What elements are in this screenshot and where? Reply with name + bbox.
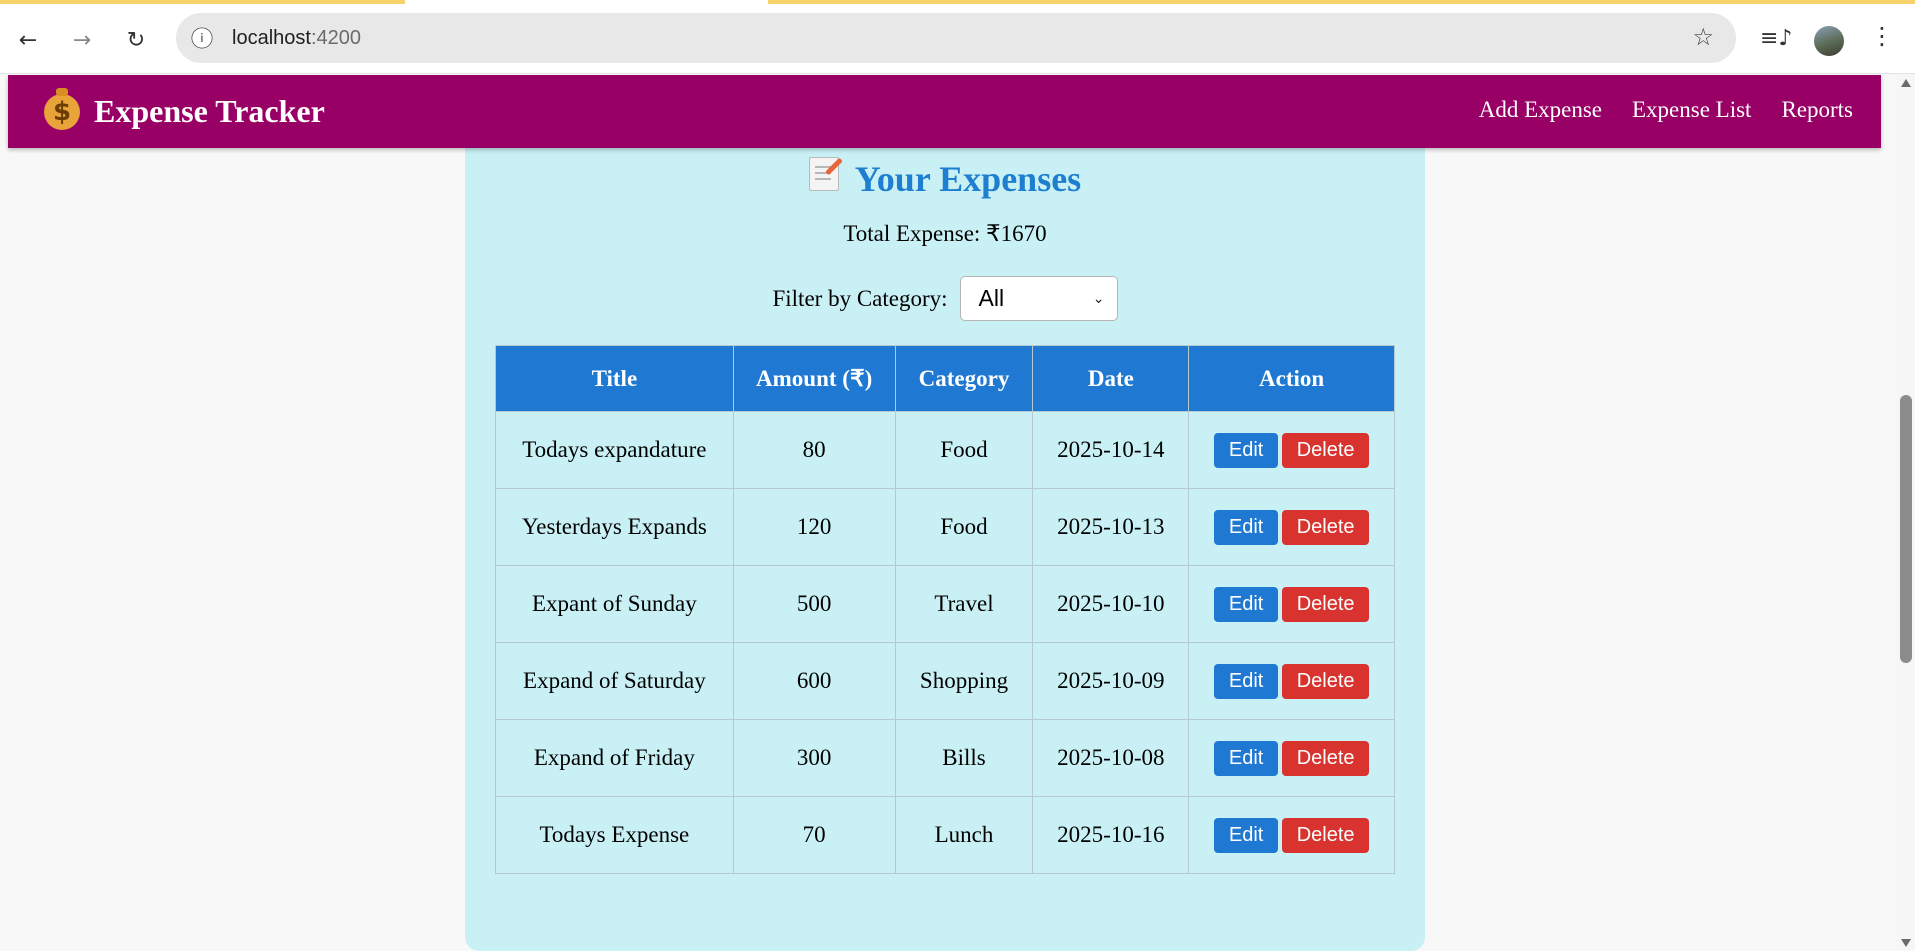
chevron-down-icon: ⌄: [1092, 290, 1105, 307]
delete-button[interactable]: Delete: [1282, 663, 1370, 699]
delete-button[interactable]: Delete: [1282, 817, 1370, 853]
cell-actions: Edit Delete: [1188, 565, 1395, 643]
page-title: Your Expenses: [465, 157, 1425, 200]
cell-title: Todays Expense: [495, 796, 734, 874]
cell-date: 2025-10-14: [1032, 411, 1190, 489]
cell-title: Expand of Friday: [495, 719, 734, 797]
scrollbar-thumb[interactable]: [1900, 395, 1912, 663]
cell-category: Lunch: [894, 796, 1034, 874]
table-row: Expand of Friday 300 Bills 2025-10-08 Ed…: [495, 719, 1395, 797]
cell-date: 2025-10-09: [1032, 642, 1190, 720]
filter-label: Filter by Category:: [772, 285, 948, 311]
edit-button[interactable]: Edit: [1214, 663, 1279, 699]
more-vert-icon[interactable]: ⋮: [1870, 22, 1894, 50]
page-viewport: $ Expense Tracker Add Expense Expense Li…: [0, 75, 1897, 951]
brand[interactable]: $ Expense Tracker: [44, 87, 325, 130]
nav-expense-list[interactable]: Expense List: [1632, 97, 1751, 123]
category-filter: Filter by Category: All ⌄: [465, 276, 1425, 321]
browser-toolbar: ← → ↻ i localhost:4200 ☆ ≡♪ ⋮: [0, 4, 1915, 74]
media-controls-icon[interactable]: ≡♪: [1760, 26, 1792, 51]
cell-category: Travel: [894, 565, 1034, 643]
cell-amount: 600: [732, 642, 896, 720]
avatar[interactable]: [1814, 26, 1844, 56]
cell-amount: 80: [732, 411, 896, 489]
cell-actions: Edit Delete: [1188, 719, 1395, 797]
cell-date: 2025-10-10: [1032, 565, 1190, 643]
cell-amount: 70: [732, 796, 896, 874]
url-host: localhost: [232, 27, 311, 49]
cell-title: Yesterdays Expands: [495, 488, 734, 566]
category-select-value: All: [978, 285, 1005, 311]
cell-date: 2025-10-08: [1032, 719, 1190, 797]
scroll-down-arrow-icon[interactable]: [1901, 939, 1911, 947]
cell-date: 2025-10-13: [1032, 488, 1190, 566]
arrow-left-icon: ←: [18, 27, 38, 53]
column-header-date: Date: [1032, 345, 1190, 412]
cell-actions: Edit Delete: [1188, 642, 1395, 720]
table-row: Expand of Saturday 600 Shopping 2025-10-…: [495, 642, 1395, 720]
delete-button[interactable]: Delete: [1282, 586, 1370, 622]
cell-actions: Edit Delete: [1188, 411, 1395, 489]
total-expense: Total Expense: ₹1670: [843, 221, 1047, 246]
back-button[interactable]: ←: [10, 22, 46, 58]
cell-amount: 300: [732, 719, 896, 797]
app-navbar: $ Expense Tracker Add Expense Expense Li…: [8, 75, 1881, 148]
column-header-title: Title: [495, 345, 734, 412]
page-title-text: Your Expenses: [854, 159, 1082, 199]
brand-title: Expense Tracker: [94, 93, 325, 129]
reload-icon: ↻: [126, 27, 146, 53]
nav-reports[interactable]: Reports: [1781, 97, 1853, 123]
edit-button[interactable]: Edit: [1214, 586, 1279, 622]
cell-actions: Edit Delete: [1188, 796, 1395, 874]
cell-category: Shopping: [894, 642, 1034, 720]
url-port: :4200: [310, 27, 361, 49]
forward-button[interactable]: →: [64, 22, 100, 58]
column-header-action: Action: [1188, 345, 1395, 412]
table-header-row: Title Amount (₹) Category Date Action: [495, 345, 1395, 412]
cell-date: 2025-10-16: [1032, 796, 1190, 874]
cell-category: Bills: [894, 719, 1034, 797]
scroll-up-arrow-icon[interactable]: [1901, 79, 1911, 87]
category-select[interactable]: All ⌄: [959, 276, 1118, 321]
address-bar[interactable]: i localhost:4200 ☆: [176, 13, 1736, 63]
memo-icon: [808, 157, 839, 191]
page-scrollbar[interactable]: [1897, 75, 1915, 951]
column-header-category: Category: [894, 345, 1034, 412]
edit-button[interactable]: Edit: [1214, 817, 1279, 853]
cell-actions: Edit Delete: [1188, 488, 1395, 566]
info-icon[interactable]: i: [191, 27, 213, 49]
cell-amount: 120: [732, 488, 896, 566]
delete-button[interactable]: Delete: [1282, 740, 1370, 776]
cell-title: Todays expandature: [495, 411, 734, 489]
reload-button[interactable]: ↻: [118, 22, 154, 58]
table-row: Todays expandature 80 Food 2025-10-14 Ed…: [495, 411, 1395, 489]
nav-links: Add Expense Expense List Reports: [1479, 97, 1853, 123]
delete-button[interactable]: Delete: [1282, 432, 1370, 468]
cell-title: Expand of Saturday: [495, 642, 734, 720]
cell-category: Food: [894, 411, 1034, 489]
cell-category: Food: [894, 488, 1034, 566]
expenses-card: Your Expenses Total Expense: ₹1670 Filte…: [465, 75, 1425, 951]
cell-title: Expant of Sunday: [495, 565, 734, 643]
table-row: Expant of Sunday 500 Travel 2025-10-10 E…: [495, 565, 1395, 643]
url-text[interactable]: localhost:4200: [232, 27, 361, 50]
nav-add-expense[interactable]: Add Expense: [1479, 97, 1602, 123]
cell-amount: 500: [732, 565, 896, 643]
edit-button[interactable]: Edit: [1214, 509, 1279, 545]
table-row: Todays Expense 70 Lunch 2025-10-16 Edit D…: [495, 796, 1395, 874]
arrow-right-icon: →: [72, 27, 92, 53]
edit-button[interactable]: Edit: [1214, 740, 1279, 776]
star-icon[interactable]: ☆: [1692, 23, 1714, 51]
column-header-amount: Amount (₹): [732, 345, 896, 412]
expenses-table: Title Amount (₹) Category Date Action To…: [495, 345, 1395, 874]
edit-button[interactable]: Edit: [1214, 432, 1279, 468]
delete-button[interactable]: Delete: [1282, 509, 1370, 545]
money-bag-icon: $: [44, 87, 94, 130]
table-row: Yesterdays Expands 120 Food 2025-10-13 E…: [495, 488, 1395, 566]
